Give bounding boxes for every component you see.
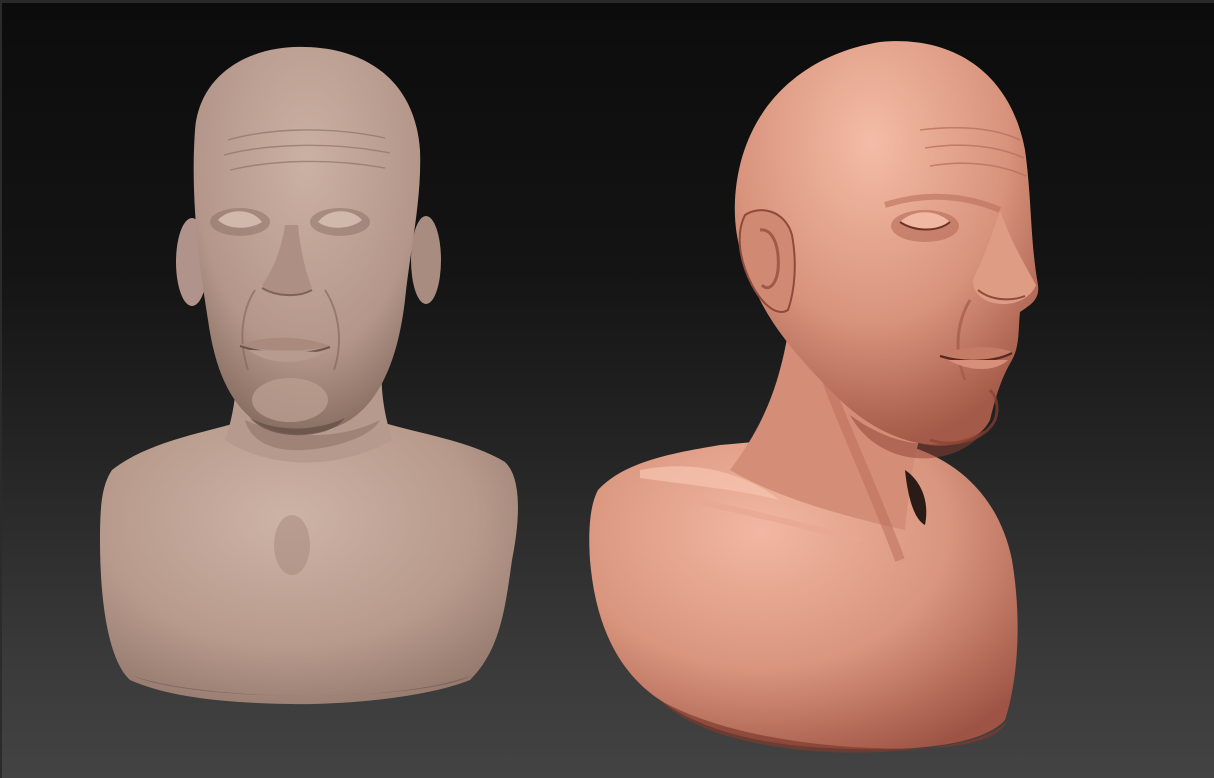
sculpt-viewport[interactable] — [0, 0, 1214, 778]
bust-front-ear-right — [411, 216, 441, 304]
bust-side-eye — [891, 210, 959, 242]
bust-front-sternum — [274, 515, 310, 575]
bust-three-quarter-view[interactable] — [589, 41, 1039, 753]
bust-front-head — [193, 46, 421, 435]
bust-front-view[interactable] — [100, 46, 518, 705]
bust-front-torso — [100, 420, 518, 705]
bust-side-ear — [738, 209, 796, 313]
bust-front-chin — [252, 378, 328, 422]
